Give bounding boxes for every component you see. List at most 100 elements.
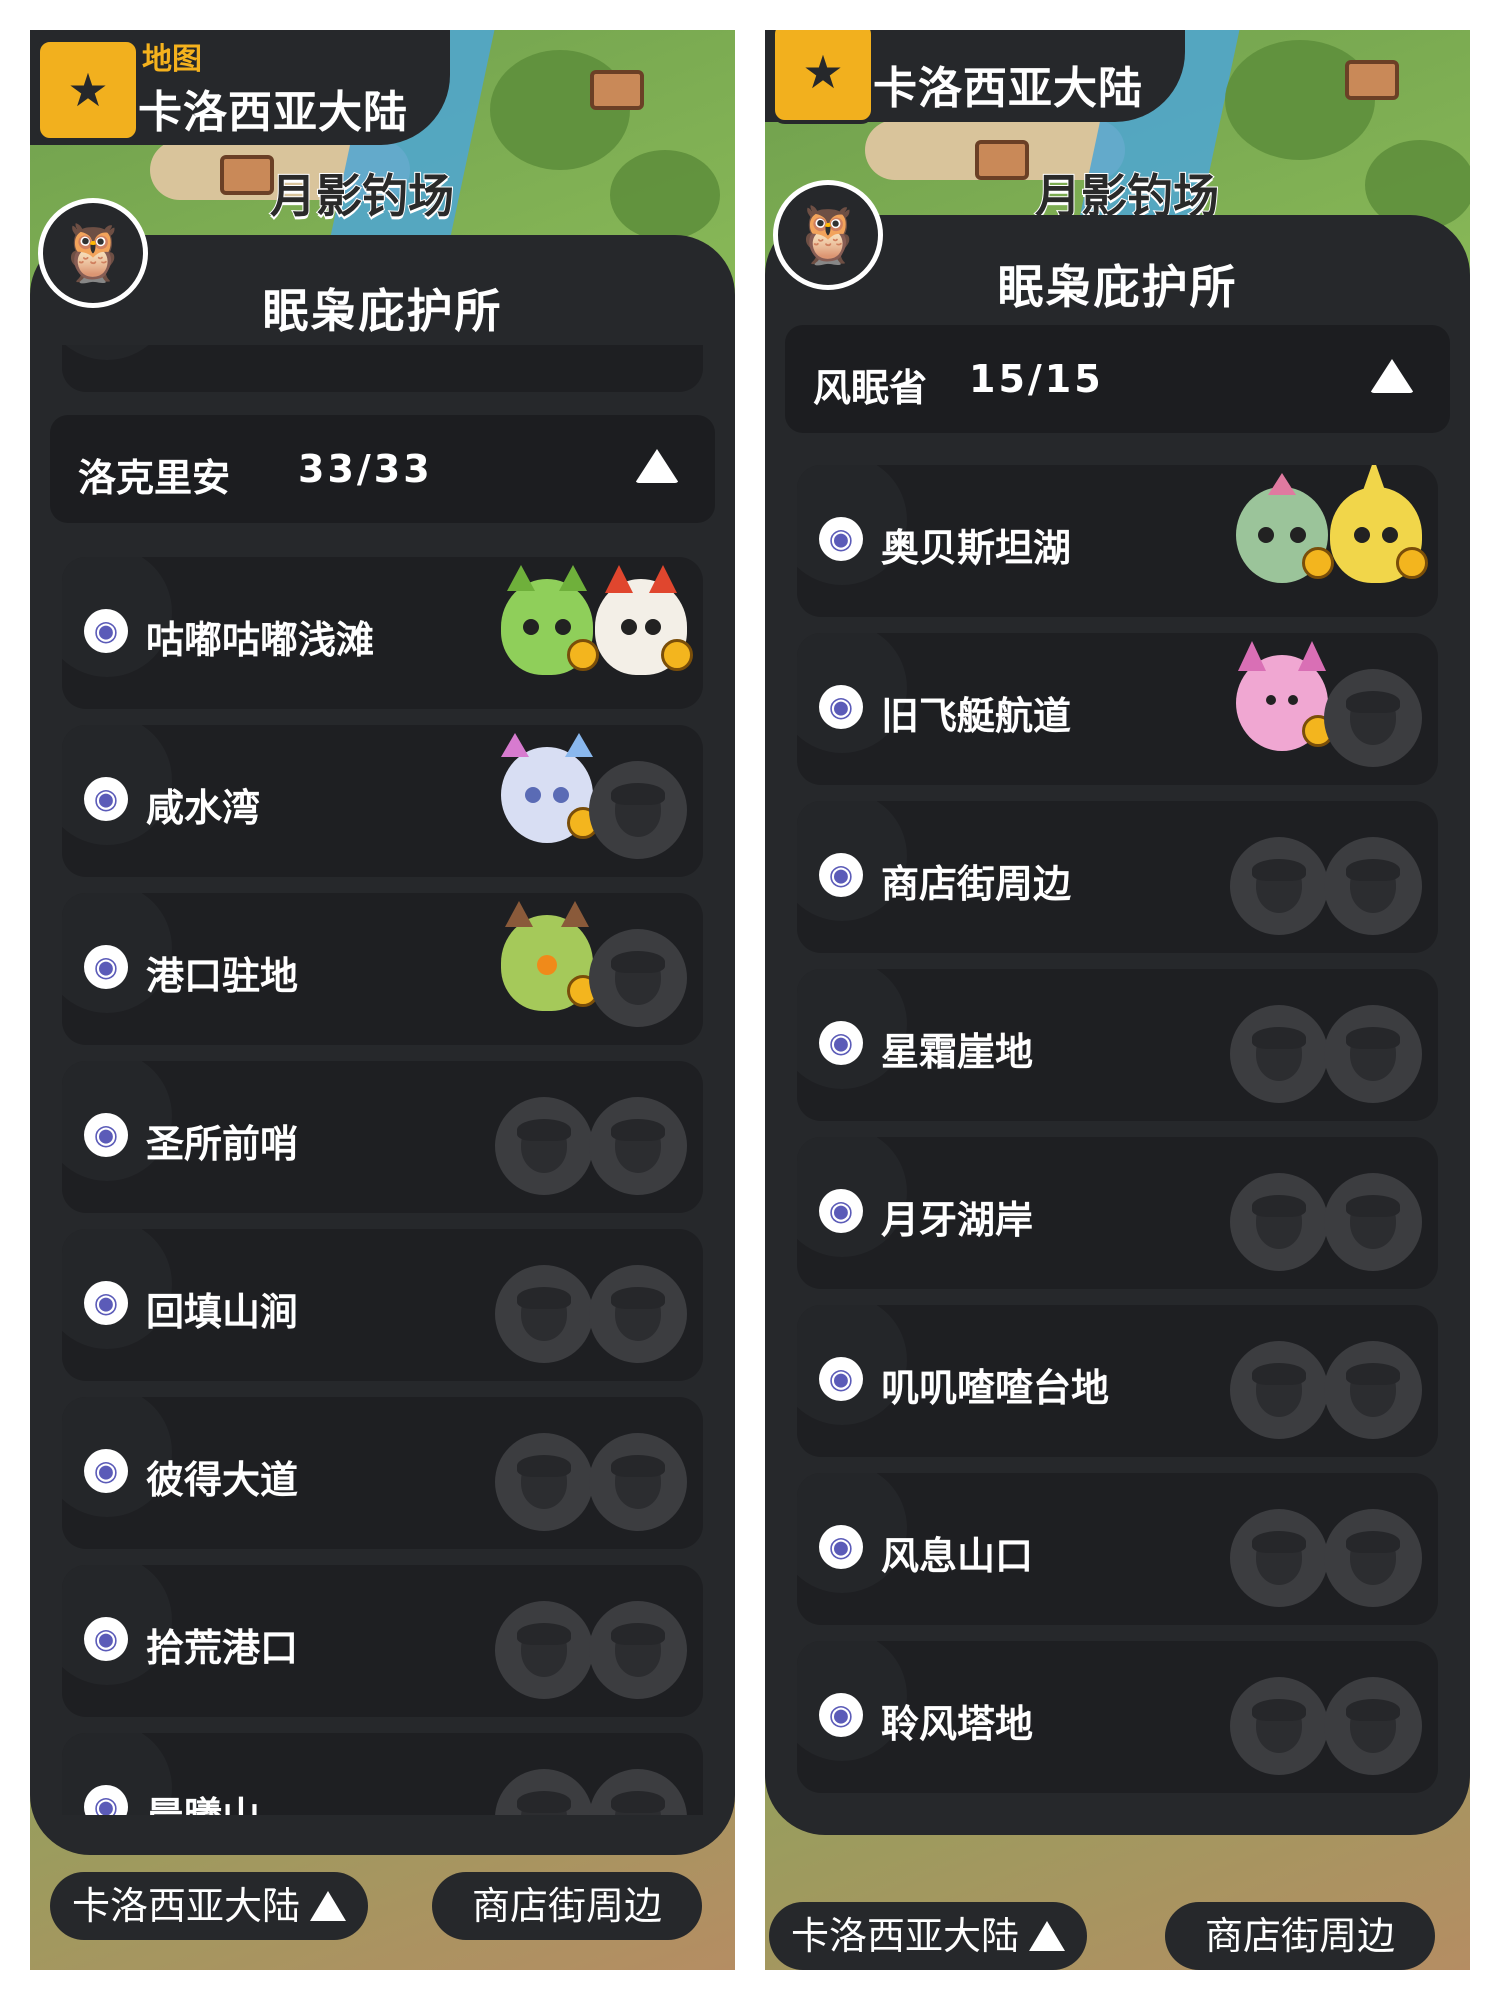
list-item[interactable]: ◉ 咕嘟咕嘟浅滩 (62, 557, 703, 709)
empty-slot-acorn-icon[interactable] (589, 1769, 687, 1815)
list-item[interactable] (62, 345, 703, 392)
list-item[interactable]: ◉ 旧飞艇航道 (797, 633, 1438, 785)
list-item[interactable]: ◉ 聆风塔地 (797, 1641, 1438, 1793)
empty-slot-acorn-icon[interactable] (589, 1433, 687, 1531)
empty-slot-acorn-icon[interactable] (1324, 1677, 1422, 1775)
empty-slot-acorn-icon[interactable] (589, 929, 687, 1027)
location-list[interactable]: 洛克里安 33/33 ◉ 咕嘟咕嘟浅滩 ◉ 咸水湾 ◉ 港口驻地 ◉ 圣所前哨 … (50, 345, 715, 1815)
empty-slot-acorn-icon[interactable] (495, 1433, 593, 1531)
expand-triangle-icon (1029, 1920, 1066, 1951)
empty-slot-acorn-icon[interactable] (495, 1601, 593, 1699)
list-item[interactable]: ◉ 叽叽喳喳台地 (797, 1305, 1438, 1457)
map-tree (1225, 40, 1375, 160)
collapse-triangle-icon[interactable] (1370, 359, 1414, 393)
location-label: 圣所前哨 (146, 1122, 299, 1166)
owl-icon: ◉ (84, 609, 128, 653)
group-name: 风眠省 (813, 366, 928, 410)
empty-slot-acorn-icon[interactable] (495, 1769, 593, 1815)
location-list[interactable]: 风眠省 15/15 ◉ 奥贝斯坦湖 ◉ 旧飞艇航道 ◉ 商店街周边 ◉ 星霜崖地… (785, 325, 1450, 1795)
map-header-title: 卡洛西亚大陆 (873, 63, 1143, 114)
map-house (220, 155, 274, 195)
empty-slot-acorn-icon[interactable] (1230, 1509, 1328, 1607)
empty-slot-acorn-icon[interactable] (589, 1265, 687, 1363)
empty-slot-acorn-icon[interactable] (1324, 669, 1422, 767)
expand-triangle-icon (310, 1890, 347, 1921)
sanctuary-panel: 眠枭庇护所 洛克里安 33/33 ◉ 咕嘟咕嘟浅滩 ◉ 咸水湾 ◉ 港口驻地 ◉… (30, 235, 735, 1855)
list-item[interactable]: ◉ 咸水湾 (62, 725, 703, 877)
list-item[interactable]: ◉ 圣所前哨 (62, 1061, 703, 1213)
list-item[interactable]: ◉ 奥贝斯坦湖 (797, 465, 1438, 617)
location-selector[interactable]: 商店街周边 (432, 1872, 703, 1940)
list-item[interactable]: ◉ 风息山口 (797, 1473, 1438, 1625)
list-item[interactable]: ◉ 星霜崖地 (797, 969, 1438, 1121)
empty-slot-acorn-icon[interactable] (1324, 1341, 1422, 1439)
location-label: 彼得大道 (146, 1458, 299, 1502)
empty-slot-acorn-icon[interactable] (495, 1265, 593, 1363)
owl-icon[interactable]: 🦉 (38, 198, 148, 308)
leaf-creature-icon[interactable] (501, 901, 599, 1011)
empty-slot-acorn-icon[interactable] (1324, 1173, 1422, 1271)
location-label: 风息山口 (881, 1534, 1034, 1578)
empty-slot-acorn-icon[interactable] (495, 1097, 593, 1195)
green-cat-creature-icon[interactable] (501, 565, 599, 675)
location-label: 叽叽喳喳台地 (881, 1366, 1110, 1410)
empty-slot-acorn-icon[interactable] (589, 761, 687, 859)
treasure-map-icon: ★ (36, 38, 140, 142)
axolotl-creature-icon[interactable] (501, 733, 599, 843)
map-tree (490, 50, 630, 170)
list-item[interactable]: ◉ 拾荒港口 (62, 1565, 703, 1717)
group-header[interactable]: 风眠省 15/15 (785, 325, 1450, 433)
group-count: 33/33 (298, 447, 433, 491)
list-item[interactable]: ◉ 回填山涧 (62, 1229, 703, 1381)
region-selector[interactable]: 卡洛西亚大陆 (50, 1872, 369, 1940)
empty-slot-acorn-icon[interactable] (589, 1601, 687, 1699)
owl-icon: ◉ (819, 1693, 863, 1737)
group-name: 洛克里安 (78, 456, 231, 500)
location-label: 聆风塔地 (881, 1702, 1034, 1746)
owl-icon: ◉ (84, 1617, 128, 1661)
collapse-triangle-icon[interactable] (635, 449, 679, 483)
pink-blossom-creature-icon[interactable] (1236, 641, 1334, 751)
owl-icon: ◉ (84, 1449, 128, 1493)
owl-icon[interactable]: 🦉 (773, 180, 883, 290)
sanctuary-panel: 眠枭庇护所 风眠省 15/15 ◉ 奥贝斯坦湖 ◉ 旧飞艇航道 ◉ 商店街周边 … (765, 215, 1470, 1835)
empty-slot-acorn-icon[interactable] (1230, 1005, 1328, 1103)
list-item[interactable]: ◉ 月牙湖岸 (797, 1137, 1438, 1289)
list-item[interactable]: ◉ 港口驻地 (62, 893, 703, 1045)
right-screen: ★ 卡洛西亚大陆 月影钓场 🦉 眠枭庇护所 风眠省 15/15 ◉ 奥贝斯坦湖 (765, 30, 1470, 1970)
location-label: 月牙湖岸 (881, 1198, 1034, 1242)
empty-slot-acorn-icon[interactable] (1324, 837, 1422, 935)
empty-slot-acorn-icon[interactable] (1230, 1173, 1328, 1271)
empty-slot-acorn-icon[interactable] (1324, 1509, 1422, 1607)
empty-slot-acorn-icon[interactable] (1230, 1677, 1328, 1775)
owl-icon: ◉ (819, 1357, 863, 1401)
list-item[interactable]: ◉ 彼得大道 (62, 1397, 703, 1549)
empty-slot-acorn-icon[interactable] (589, 1097, 687, 1195)
treasure-map-icon: ★ (771, 30, 875, 124)
region-selector[interactable]: 卡洛西亚大陆 (769, 1902, 1088, 1970)
list-item[interactable]: ◉ 商店街周边 (797, 801, 1438, 953)
empty-slot-acorn-icon[interactable] (1230, 837, 1328, 935)
region-selector-label: 卡洛西亚大陆 (791, 1914, 1020, 1958)
map-header[interactable]: ★ 卡洛西亚大陆 (765, 30, 1185, 124)
location-selector-label: 商店街周边 (1205, 1914, 1396, 1958)
owl-icon: ◉ (819, 853, 863, 897)
group-header[interactable]: 洛克里安 33/33 (50, 415, 715, 523)
location-label: 旧飞艇航道 (881, 694, 1072, 738)
location-selector[interactable]: 商店街周边 (1165, 1902, 1436, 1970)
region-selector-label: 卡洛西亚大陆 (72, 1884, 301, 1928)
red-fox-creature-icon[interactable] (595, 565, 693, 675)
map-header[interactable]: ★ 地图 卡洛西亚大陆 (30, 30, 450, 145)
location-label: 晨曦山 (146, 1785, 260, 1815)
left-screen: ★ 地图 卡洛西亚大陆 月影钓场 🦉 眠枭庇护所 洛克里安 33/33 ◉ 咕嘟… (30, 30, 735, 1970)
list-item[interactable]: ◉ 晨曦山 (62, 1733, 703, 1815)
yellow-horn-creature-icon[interactable] (1330, 465, 1428, 583)
sprout-bird-creature-icon[interactable] (1236, 473, 1334, 583)
location-label: 港口驻地 (146, 954, 299, 998)
map-house (590, 70, 644, 110)
owl-icon: ◉ (819, 517, 863, 561)
empty-slot-acorn-icon[interactable] (1230, 1341, 1328, 1439)
empty-slot-acorn-icon[interactable] (1324, 1005, 1422, 1103)
location-label: 商店街周边 (881, 862, 1072, 906)
map-place-label[interactable]: 月影钓场 (269, 160, 455, 226)
